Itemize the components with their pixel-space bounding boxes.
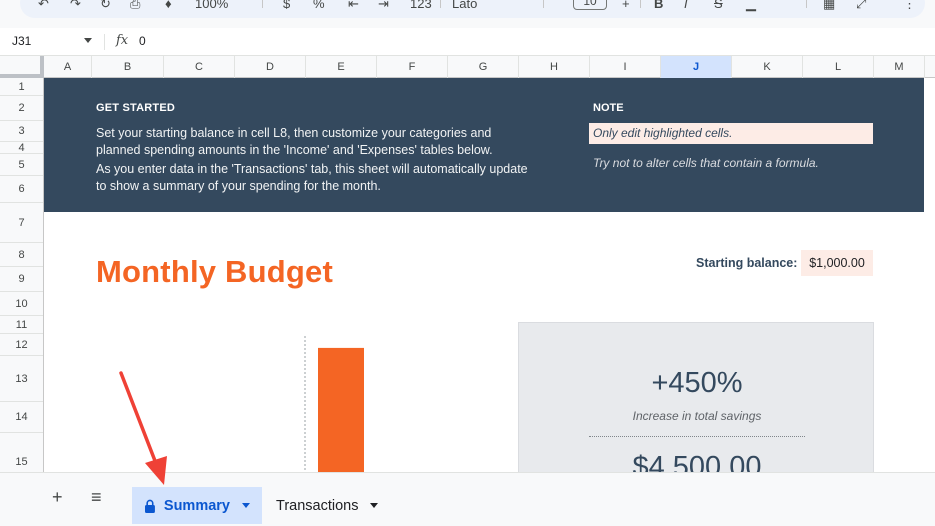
bold-icon[interactable]: B [654,0,663,11]
paint-format-icon[interactable]: ♦ [165,0,172,11]
zoom-select[interactable]: 100% [195,0,228,11]
row-header-13[interactable]: 13 [0,356,43,402]
column-header-f[interactable]: F [377,56,448,78]
add-sheet-button[interactable]: + [52,487,63,508]
row-header-15[interactable]: 15 [0,433,43,472]
row-header-1[interactable]: 1 [0,78,43,96]
select-all-corner[interactable] [0,56,44,78]
formula-bar: J31 fx 0 [0,28,935,56]
chevron-down-icon[interactable] [370,503,379,508]
row-header-2[interactable]: 2 [0,96,43,121]
lock-icon [144,499,155,513]
formula-input[interactable]: 0 [139,34,146,48]
toolbar: ↶ ↷ ↻ ⎙ ♦ 100% $ % ⇤ ⇥ 123 Lato 10 + B I… [0,0,935,28]
spreadsheet-window: ↶ ↷ ↻ ⎙ ♦ 100% $ % ⇤ ⇥ 123 Lato 10 + B I… [0,0,935,526]
savings-chart[interactable] [144,336,444,472]
row-header-9[interactable]: 9 [0,267,43,292]
row-header-6[interactable]: 6 [0,176,43,203]
decrease-decimal-icon[interactable]: ⇤ [348,0,359,12]
column-header-j[interactable]: J [661,56,732,78]
row-header-5[interactable]: 5 [0,154,43,176]
column-header-e[interactable]: E [306,56,377,78]
column-header-b[interactable]: B [92,56,164,78]
note-text: Try not to alter cells that contain a fo… [593,156,819,170]
note-highlight-cell[interactable]: Only edit highlighted cells. [589,123,873,144]
borders-icon[interactable]: ▦ [823,0,835,12]
sheet-tab-bar: + ≡ Summary Transactions [0,472,935,526]
row-header-11[interactable]: 11 [0,316,43,334]
tab-summary[interactable]: Summary [132,487,262,524]
chart-bar-2 [318,347,364,472]
more-icon[interactable]: ⋮ [903,0,916,12]
chevron-down-icon[interactable] [242,503,250,508]
strikethrough-icon[interactable]: S [714,0,723,11]
get-started-banner: GET STARTED Set your starting balance in… [44,78,924,212]
column-header-m[interactable]: M [874,56,925,78]
get-started-text-1: Set your starting balance in cell L8, th… [96,126,493,157]
column-header-i[interactable]: I [590,56,661,78]
column-header-g[interactable]: G [448,56,519,78]
print-icon[interactable]: ⎙ [130,0,140,12]
page-title: Monthly Budget [96,254,333,289]
savings-summary-card: +450% Increase in total savings $4,500.0… [518,322,874,472]
starting-balance-label: Starting balance: [696,256,798,270]
increase-font-size-icon[interactable]: + [622,0,630,11]
fx-icon: fx [116,33,129,48]
divider [104,34,105,50]
row-header-8[interactable]: 8 [0,243,43,267]
savings-amount: $4,500.00 [632,451,762,472]
savings-percent-label: Increase in total savings [632,409,762,423]
card-divider [589,436,805,437]
redo-icon[interactable]: ↻ [100,0,111,12]
note-title: NOTE [593,102,624,114]
row-header-3[interactable]: 3 [0,121,43,142]
tab-summary-label: Summary [163,497,230,514]
row-header-14[interactable]: 14 [0,402,43,433]
merge-cells-icon[interactable]: ⤢ [856,0,866,12]
tab-transactions-label: Transactions [276,497,359,514]
column-header-c[interactable]: C [164,56,235,78]
italic-icon[interactable]: I [684,0,688,11]
chevron-down-icon[interactable] [84,38,92,43]
column-header-d[interactable]: D [235,56,306,78]
row-header-12[interactable]: 12 [0,334,43,356]
font-select[interactable]: Lato [452,0,477,11]
increase-decimal-icon[interactable]: ⇥ [378,0,389,12]
text-color-icon[interactable]: ▁ [746,0,756,12]
row-header-7[interactable]: 7 [0,203,43,243]
row-header-4[interactable]: 4 [0,142,43,154]
undo-icon[interactable]: ↷ [70,0,81,12]
all-sheets-menu-button[interactable]: ≡ [91,487,102,508]
currency-icon[interactable]: $ [283,0,290,11]
column-header-k[interactable]: K [732,56,803,78]
name-box[interactable]: J31 [12,34,31,48]
starting-balance-cell[interactable]: $1,000.00 [801,250,873,276]
get-started-text-2: As you enter data in the 'Transactions' … [96,162,528,193]
percent-icon[interactable]: % [313,0,325,11]
row-headers: 1 2 3 4 5 6 7 8 9 10 11 12 13 14 15 [0,78,44,472]
more-formats-icon[interactable]: 123 [410,0,432,11]
column-header-a[interactable]: A [44,56,92,78]
sheet-grid[interactable]: GET STARTED Set your starting balance in… [44,78,935,472]
get-started-title: GET STARTED [96,102,175,114]
column-header-h[interactable]: H [519,56,590,78]
column-headers: ABCDEFGHIJKLM [0,56,935,78]
savings-percent: +450% [651,367,743,399]
column-header-l[interactable]: L [803,56,874,78]
tab-transactions[interactable]: Transactions [264,487,390,524]
font-size-input[interactable]: 10 [573,0,607,10]
back-icon[interactable]: ↶ [38,0,49,12]
row-header-10[interactable]: 10 [0,292,43,316]
